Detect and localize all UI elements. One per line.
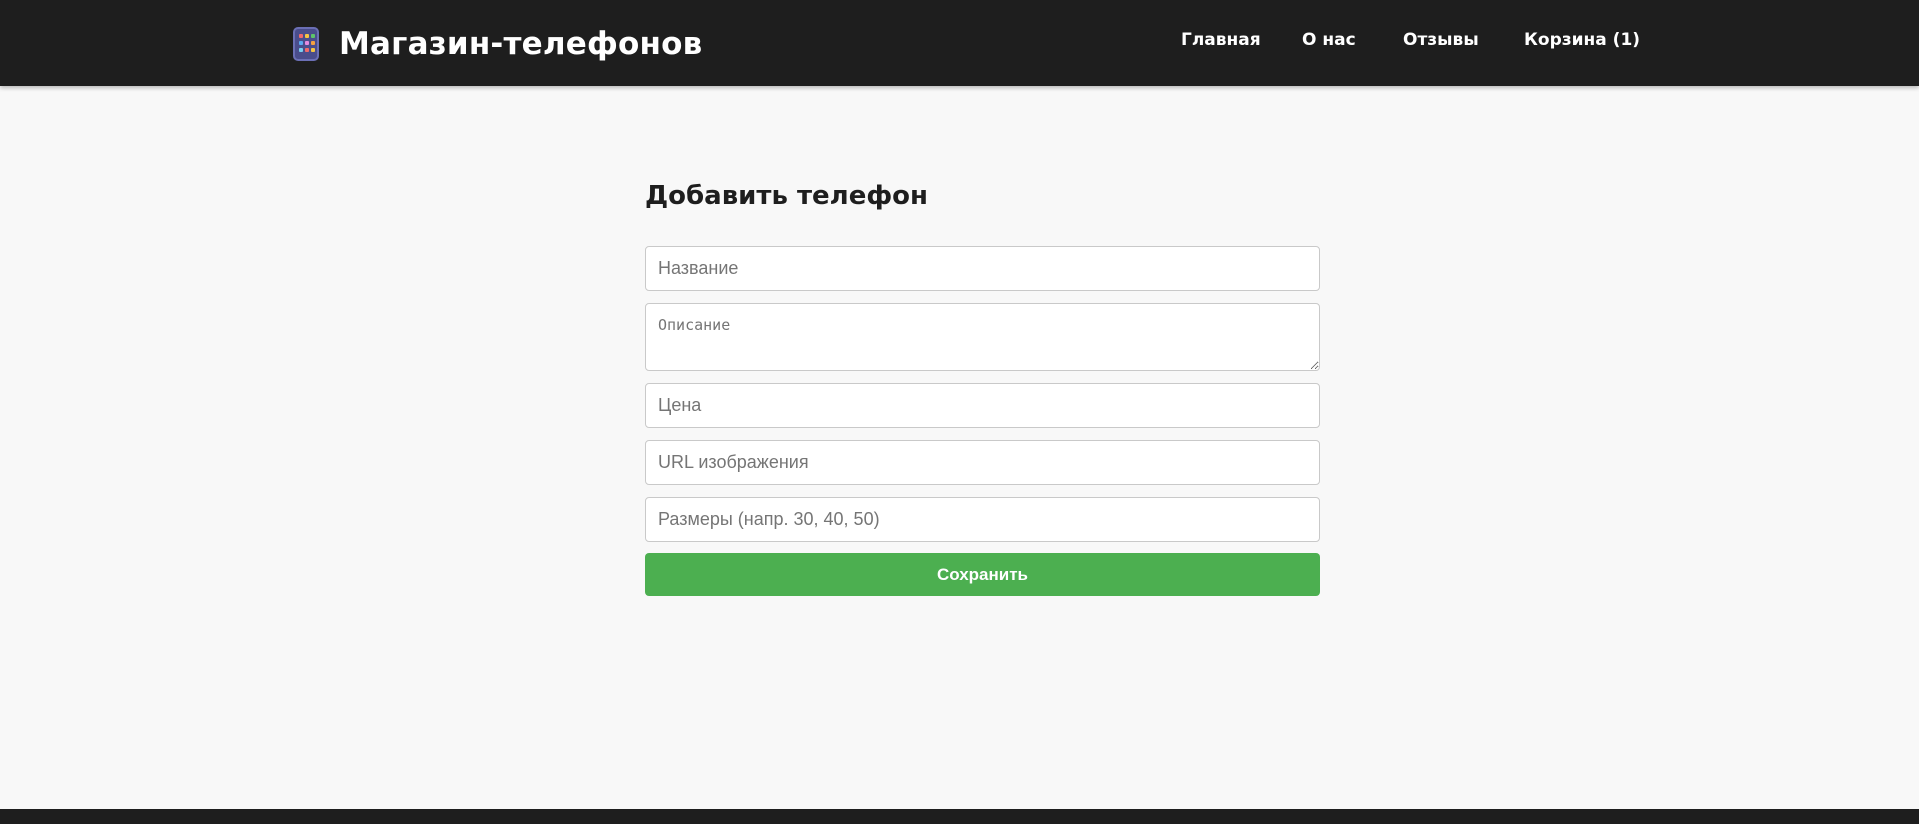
nav-link-reviews[interactable]: Отзывы <box>1403 30 1479 50</box>
site-footer <box>0 809 1919 824</box>
brand[interactable]: Магазин-телефонов <box>293 24 702 64</box>
name-input[interactable] <box>645 246 1320 291</box>
add-phone-form: Добавить телефон Сохранить <box>645 178 1320 596</box>
save-button[interactable]: Сохранить <box>645 553 1320 596</box>
description-textarea[interactable] <box>645 303 1320 371</box>
nav-link-home[interactable]: Главная <box>1181 30 1261 50</box>
mobile-phone-icon <box>293 27 319 61</box>
image-url-input[interactable] <box>645 440 1320 485</box>
nav-link-about[interactable]: О нас <box>1302 30 1356 50</box>
site-header: Магазин-телефонов Главная О нас Отзывы К… <box>0 0 1919 86</box>
site-title: Магазин-телефонов <box>339 26 703 62</box>
sizes-input[interactable] <box>645 497 1320 542</box>
nav-link-cart[interactable]: Корзина (1) <box>1524 30 1640 50</box>
price-input[interactable] <box>645 383 1320 428</box>
form-title: Добавить телефон <box>645 181 928 211</box>
